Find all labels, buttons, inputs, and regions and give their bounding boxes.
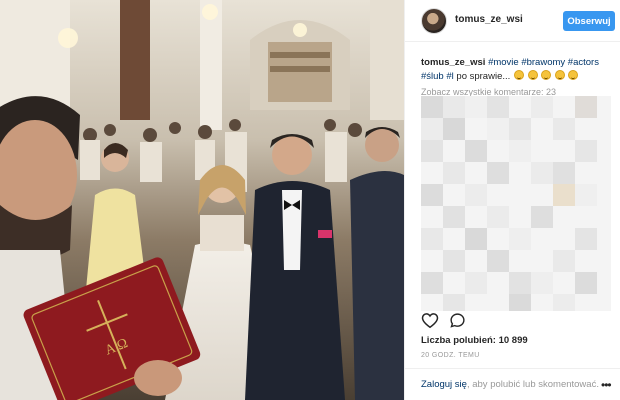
login-prompt-rest: , aby polubić lub skomentować. [466, 379, 599, 390]
hashtag-l[interactable]: #l [446, 71, 453, 82]
caption: tomus_ze_wsi #movie #brawomy #actors #śl… [421, 56, 611, 84]
grin-emoji-icon [541, 70, 552, 80]
post-timestamp: 20 GODZ. TEMU [421, 352, 480, 359]
wedding-photo-illustration: A Ω [0, 0, 404, 400]
hashtag-slub[interactable]: #ślub [421, 71, 444, 82]
grin-emoji-icon [568, 70, 579, 80]
caption-text: po sprawie... [456, 71, 511, 82]
likes-count[interactable]: Liczba polubień: 10 899 [421, 335, 528, 346]
more-options-icon[interactable]: ••• [601, 378, 612, 392]
grin-emoji-icon [527, 70, 538, 80]
grin-emoji-icon [513, 70, 524, 80]
login-prompt-text: Zaloguj się, aby polubić lub skomentować… [421, 379, 599, 390]
post-header: tomus_ze_wsi Obserwuj [405, 0, 620, 42]
grin-emoji-icon [554, 70, 565, 80]
hashtag-movie[interactable]: #movie [488, 57, 519, 68]
pixelated-comments-overlay [421, 96, 611, 311]
hashtag-brawomy[interactable]: #brawomy [521, 57, 565, 68]
login-link[interactable]: Zaloguj się [421, 379, 467, 390]
post-side-panel: tomus_ze_wsi Obserwuj tomus_ze_wsi #movi… [404, 0, 620, 400]
blurred-comments [421, 96, 611, 311]
caption-username[interactable]: tomus_ze_wsi [421, 57, 485, 68]
hashtag-actors[interactable]: #actors [568, 57, 599, 68]
comment-icon[interactable] [449, 312, 466, 329]
avatar[interactable] [421, 8, 447, 34]
post-photo[interactable]: A Ω [0, 0, 404, 400]
follow-button[interactable]: Obserwuj [563, 11, 615, 31]
username-link[interactable]: tomus_ze_wsi [455, 14, 523, 25]
heart-icon[interactable] [421, 312, 439, 329]
login-prompt: Zaloguj się, aby polubić lub skomentować… [405, 368, 620, 400]
emoji-group [513, 70, 579, 82]
